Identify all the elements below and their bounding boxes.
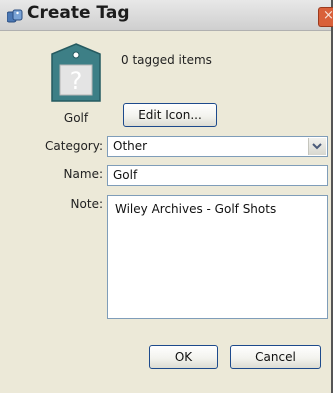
close-icon: × xyxy=(323,8,333,23)
chevron-down-icon xyxy=(312,143,322,150)
tags-app-icon xyxy=(6,8,23,23)
edit-icon-button[interactable]: Edit Icon... xyxy=(123,103,217,127)
cancel-button[interactable]: Cancel xyxy=(230,345,321,369)
note-label: Note: xyxy=(70,197,103,211)
question-mark-icon: ? xyxy=(70,67,83,95)
tagged-items-count: 0 tagged items xyxy=(121,53,212,67)
category-select[interactable]: Other xyxy=(107,136,328,157)
title-bar[interactable]: Create Tag × xyxy=(0,0,333,31)
close-button[interactable]: × xyxy=(318,7,333,27)
name-value: Golf xyxy=(113,168,138,182)
category-value: Other xyxy=(113,139,148,153)
dropdown-arrow-button[interactable] xyxy=(308,138,326,155)
note-value: Wiley Archives - Golf Shots xyxy=(115,202,277,216)
create-tag-dialog: Create Tag × ? Golf 0 tagged items Edit … xyxy=(0,0,333,393)
tag-icon-preview: ? xyxy=(50,43,102,103)
category-label: Category: xyxy=(45,139,103,153)
ok-button[interactable]: OK xyxy=(149,345,218,369)
window-title: Create Tag xyxy=(27,3,130,23)
tag-caption: Golf xyxy=(63,111,89,125)
name-field[interactable]: Golf xyxy=(107,165,328,186)
note-field[interactable]: Wiley Archives - Golf Shots xyxy=(107,195,328,319)
name-label: Name: xyxy=(63,167,103,181)
